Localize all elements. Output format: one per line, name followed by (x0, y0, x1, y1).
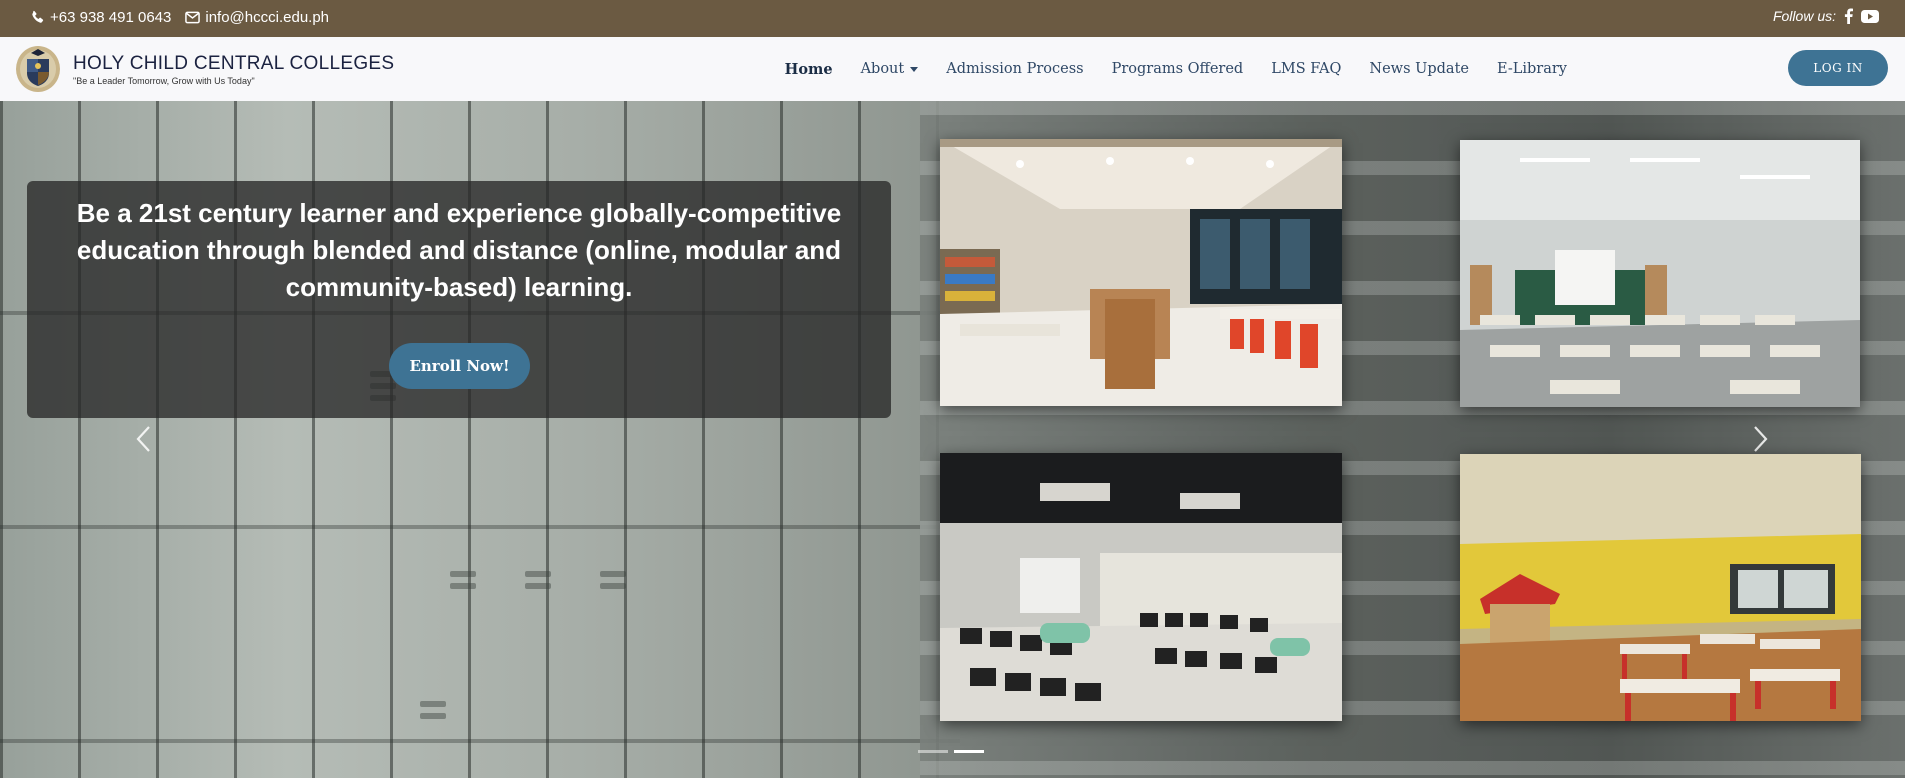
carousel-indicators (918, 750, 984, 753)
facebook-icon[interactable] (1844, 8, 1853, 24)
hero-carousel: Be a 21st century learner and experience… (0, 101, 1905, 778)
envelope-icon (185, 11, 201, 24)
phone-number: +63 938 491 0643 (50, 9, 172, 26)
brand[interactable]: HOLY CHILD CENTRAL COLLEGES "Be a Leader… (73, 53, 394, 86)
nav-item-admission-process[interactable]: Admission Process (946, 61, 1083, 77)
hero-headline: Be a 21st century learner and experience… (76, 198, 842, 302)
contact-info: +63 938 491 0643 info@hccci.edu.ph (30, 9, 329, 26)
carousel-indicator-2[interactable] (954, 750, 984, 753)
email-address: info@hccci.edu.ph (205, 9, 330, 26)
classroom-photo (1460, 140, 1860, 407)
phone-icon (30, 10, 45, 25)
nav-item-e-library[interactable]: E-Library (1497, 61, 1567, 77)
library-photo (940, 139, 1342, 406)
school-tagline: "Be a Leader Tomorrow, Grow with Us Toda… (73, 76, 255, 86)
social-links: Follow us: (1773, 8, 1879, 24)
nav-item-lms-faq[interactable]: LMS FAQ (1271, 61, 1341, 77)
youtube-icon[interactable] (1861, 9, 1879, 23)
preschool-room-photo (1460, 454, 1861, 721)
email-contact[interactable]: info@hccci.edu.ph (185, 9, 329, 26)
nav-item-about-label: About (860, 61, 905, 77)
login-button[interactable]: LOG IN (1788, 50, 1888, 86)
carousel-indicator-1[interactable] (918, 750, 948, 753)
nav-item-about[interactable]: About (861, 61, 919, 77)
school-name: HOLY CHILD CENTRAL COLLEGES (73, 53, 395, 74)
phone-contact[interactable]: +63 938 491 0643 (30, 9, 171, 26)
nav-item-news-update[interactable]: News Update (1369, 61, 1469, 77)
top-contact-bar: +63 938 491 0643 info@hccci.edu.ph Follo… (0, 0, 1905, 37)
enroll-now-button[interactable]: Enroll Now! (389, 343, 530, 389)
chevron-right-icon[interactable] (1748, 423, 1772, 455)
main-nav: Home About Admission Process Programs Of… (785, 37, 1567, 101)
follow-us-label: Follow us: (1772, 8, 1836, 24)
caret-down-icon (910, 66, 919, 72)
computer-lab-photo (940, 453, 1342, 721)
chevron-left-icon[interactable] (132, 423, 156, 455)
nav-item-home[interactable]: Home (785, 61, 833, 78)
main-header: HOLY CHILD CENTRAL COLLEGES "Be a Leader… (0, 37, 1905, 102)
hero-caption: Be a 21st century learner and experience… (27, 181, 891, 418)
nav-item-programs-offered[interactable]: Programs Offered (1112, 61, 1244, 77)
school-logo[interactable] (15, 45, 61, 93)
